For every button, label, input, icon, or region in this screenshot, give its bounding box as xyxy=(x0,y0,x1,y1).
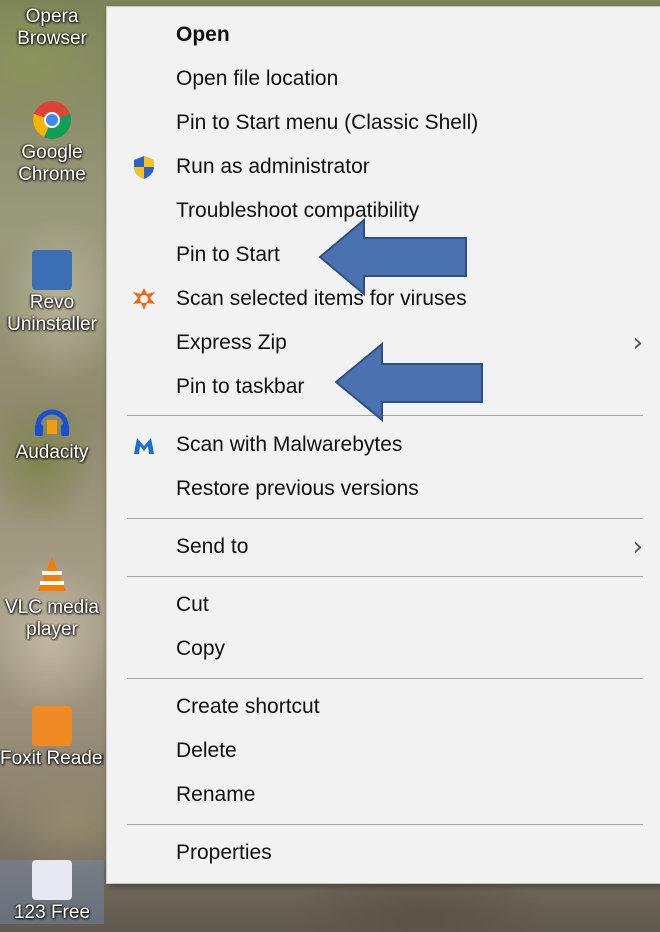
menu-item-label: Copy xyxy=(176,637,226,660)
menu-item-label: Open file location xyxy=(176,67,339,90)
menu-item-delete[interactable]: Delete xyxy=(107,731,660,771)
uac-shield-icon xyxy=(131,154,157,180)
menu-item-create-shortcut[interactable]: Create shortcut xyxy=(107,687,660,727)
revo-icon xyxy=(32,250,72,290)
desktop-icon-123-free[interactable]: 123 Free xyxy=(0,860,104,924)
desktop-icon-label: Foxit Reader xyxy=(0,748,104,769)
audacity-icon xyxy=(32,400,72,440)
menu-item-rename[interactable]: Rename xyxy=(107,775,660,815)
avast-icon xyxy=(131,286,157,312)
submenu-chevron-icon: › xyxy=(632,532,643,562)
desktop-icon-audacity[interactable]: Audacity xyxy=(0,400,104,464)
desktop-icon-chrome[interactable]: Google Chrome xyxy=(0,100,104,186)
submenu-chevron-icon: › xyxy=(632,328,643,358)
desktop-icon-label: Opera xyxy=(25,6,79,27)
menu-item-send-to[interactable]: Send to › xyxy=(107,527,660,567)
menu-item-label: Pin to Start menu (Classic Shell) xyxy=(176,111,479,134)
menu-item-properties[interactable]: Properties xyxy=(107,833,660,873)
menu-item-label: Pin to Start xyxy=(176,243,280,266)
menu-item-label: Create shortcut xyxy=(176,695,320,718)
menu-separator xyxy=(127,576,643,577)
desktop-icon-label: Browser xyxy=(17,28,87,49)
menu-separator xyxy=(127,518,643,519)
menu-item-restore-previous-versions[interactable]: Restore previous versions xyxy=(107,469,660,509)
menu-item-label: Express Zip xyxy=(176,331,287,354)
chrome-icon xyxy=(32,100,72,140)
desktop-icon-label: 123 Free xyxy=(13,902,91,923)
desktop-icon-label: Uninstaller xyxy=(7,314,97,335)
malwarebytes-icon xyxy=(131,432,157,458)
vlc-icon xyxy=(32,555,72,595)
desktop-icon-label: VLC media xyxy=(5,597,99,618)
menu-separator xyxy=(127,678,643,679)
menu-item-open-file-location[interactable]: Open file location xyxy=(107,59,660,99)
annotation-arrow-pin-to-taskbar xyxy=(334,342,483,422)
desktop-icon-label: Revo xyxy=(29,292,75,313)
desktop-icon-revo[interactable]: Revo Uninstaller xyxy=(0,250,104,336)
cards-icon xyxy=(32,860,72,900)
menu-item-label: Run as administrator xyxy=(176,155,370,178)
menu-item-scan-with-malwarebytes[interactable]: Scan with Malwarebytes xyxy=(107,425,660,465)
foxit-icon xyxy=(32,706,72,746)
menu-item-label: Delete xyxy=(176,739,237,762)
desktop-icon-opera[interactable]: Opera Browser xyxy=(0,6,104,50)
menu-item-label: Cut xyxy=(176,593,209,616)
menu-item-label: Properties xyxy=(176,841,272,864)
menu-item-open[interactable]: Open xyxy=(107,15,660,55)
desktop-icon-foxit[interactable]: Foxit Reader xyxy=(0,706,104,770)
menu-item-label: Restore previous versions xyxy=(176,477,419,500)
menu-separator xyxy=(127,824,643,825)
desktop-icon-label: Audacity xyxy=(15,442,89,463)
menu-item-label: Scan with Malwarebytes xyxy=(176,433,403,456)
menu-item-cut[interactable]: Cut xyxy=(107,585,660,625)
desktop-icon-label: Chrome xyxy=(18,164,86,185)
menu-item-label: Rename xyxy=(176,783,256,806)
menu-item-label: Pin to taskbar xyxy=(176,375,305,398)
menu-item-run-as-administrator[interactable]: Run as administrator xyxy=(107,147,660,187)
menu-item-label: Open xyxy=(176,23,230,46)
menu-item-copy[interactable]: Copy xyxy=(107,629,660,669)
menu-item-pin-to-start-classic-shell[interactable]: Pin to Start menu (Classic Shell) xyxy=(107,103,660,143)
desktop-icon-vlc[interactable]: VLC media player xyxy=(0,555,104,641)
annotation-arrow-pin-to-start xyxy=(318,218,467,296)
desktop-icon-label: Google xyxy=(21,142,83,163)
context-menu: Open Open file location Pin to Start men… xyxy=(106,6,660,884)
menu-item-label: Send to xyxy=(176,535,249,558)
desktop-icon-label: player xyxy=(26,619,78,640)
